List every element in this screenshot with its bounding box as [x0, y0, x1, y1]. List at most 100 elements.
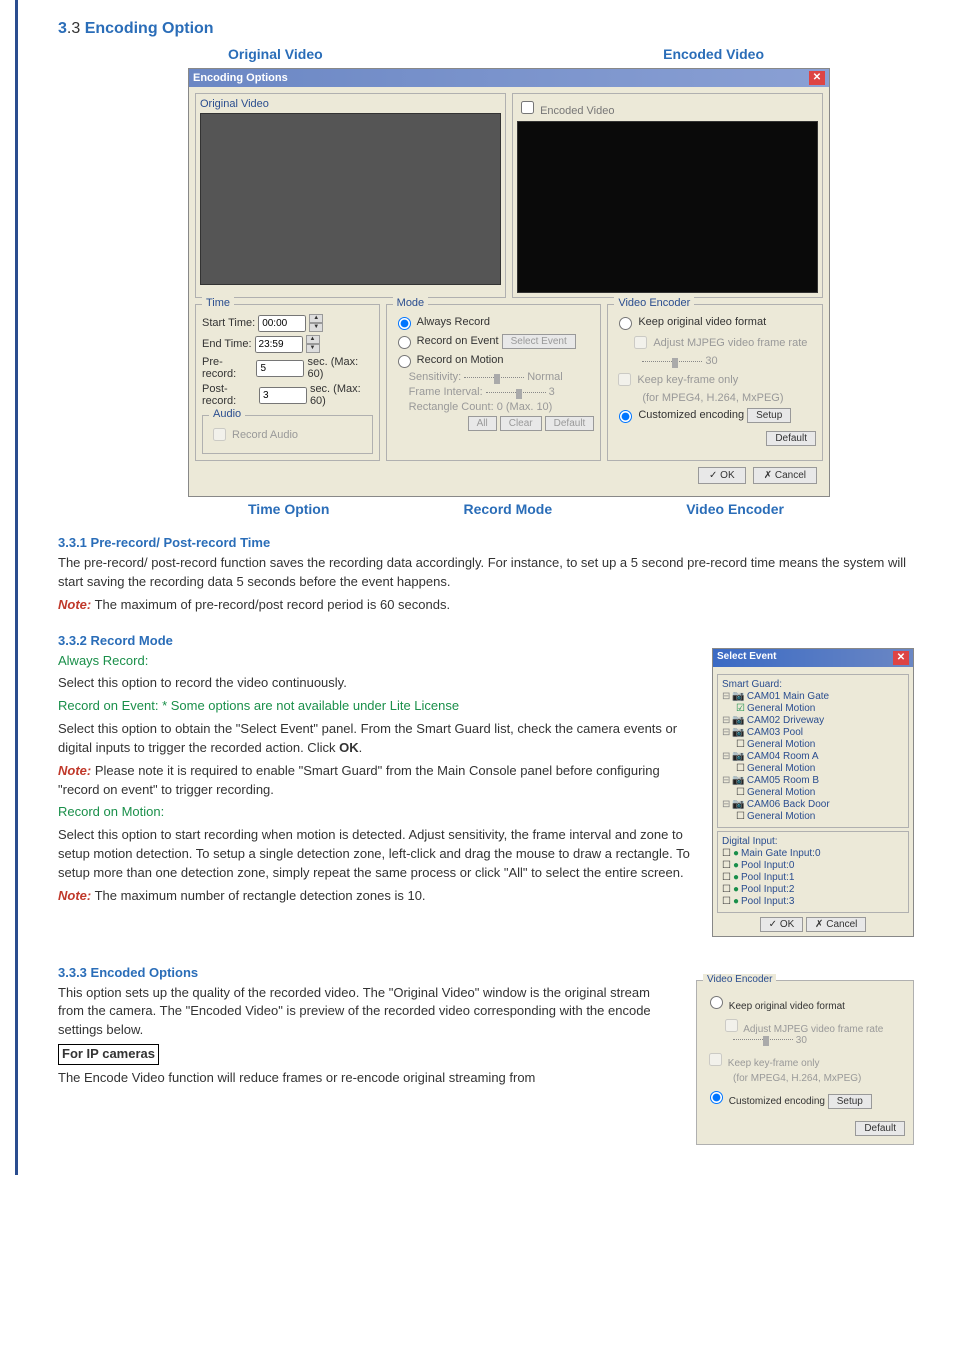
camera-item: ⊟ 📷 CAM02 Driveway [722, 715, 904, 726]
record-on-motion-label: Record on Motion [417, 354, 504, 366]
digital-input-item[interactable]: ☐● Pool Input:0 [722, 860, 904, 871]
always-record-label: Always Record [417, 316, 490, 328]
panel-keep-keyframe-label: Keep key-frame only [728, 1058, 820, 1069]
callout-record-mode: Record Mode [463, 501, 552, 517]
keep-original-radio[interactable] [619, 317, 632, 330]
encoded-video-label: Encoded Video [540, 105, 614, 117]
camera-item: ⊟ 📷 CAM06 Back Door [722, 799, 904, 810]
select-event-ok-button[interactable]: ✓ OK [760, 917, 804, 932]
mode-group-title: Mode [393, 297, 429, 309]
encoded-video-checkbox[interactable] [521, 101, 534, 114]
ok-button[interactable]: ✓ OK [698, 467, 746, 484]
video-encoder-panel: Video Encoder Keep original video format… [696, 980, 914, 1145]
select-event-close-icon[interactable]: ✕ [893, 651, 909, 665]
post-record-input[interactable] [259, 387, 307, 404]
digital-input-label: Digital Input: [722, 836, 904, 847]
all-button[interactable]: All [468, 416, 497, 431]
clear-button[interactable]: Clear [500, 416, 542, 431]
general-motion-item[interactable]: ☐ General Motion [736, 739, 904, 750]
setup-button[interactable]: Setup [747, 408, 791, 423]
keep-keyframe-sublabel: (for MPEG4, H.264, MxPEG) [642, 392, 783, 404]
keep-keyframe-checkbox [618, 373, 631, 386]
always-record-radio[interactable] [398, 317, 411, 330]
camera-item: ⊟ 📷 CAM03 Pool [722, 727, 904, 738]
close-icon[interactable]: ✕ [809, 71, 825, 85]
start-time-label: Start Time: [202, 317, 255, 329]
general-motion-item[interactable]: ☐ General Motion [736, 787, 904, 798]
original-video-preview [200, 113, 501, 285]
callout-encoded: Encoded Video [663, 46, 764, 62]
post-record-label: Post-record: [202, 383, 256, 407]
heading-3-3-3: 3.3.3 Encoded Options [58, 965, 914, 980]
frame-interval-value: 3 [549, 386, 555, 398]
dialog-title: Encoding Options [193, 72, 288, 84]
mode-group: Mode Always Record Record on Event Selec… [386, 304, 602, 461]
camera-item: ⊟ 📷 CAM01 Main Gate [722, 691, 904, 702]
encoding-options-dialog: Encoding Options ✕ Original Video Encode… [188, 68, 830, 497]
general-motion-item[interactable]: ☐ General Motion [736, 763, 904, 774]
customized-encoding-radio[interactable] [619, 410, 632, 423]
digital-input-item[interactable]: ☐● Pool Input:1 [722, 872, 904, 883]
panel-customized-label: Customized encoding [729, 1096, 825, 1107]
mode-default-button[interactable]: Default [545, 416, 595, 431]
callout-video-encoder: Video Encoder [686, 501, 784, 517]
customized-encoding-label: Customized encoding [638, 409, 744, 421]
digital-input-item[interactable]: ☐● Main Gate Input:0 [722, 848, 904, 859]
record-on-event-label: Record on Event [417, 335, 499, 347]
smart-guard-label: Smart Guard: [722, 679, 904, 690]
pre-record-unit: sec. (Max: 60) [307, 356, 372, 380]
general-motion-item[interactable]: ☐ General Motion [736, 811, 904, 822]
panel-keep-keyframe-sublabel: (for MPEG4, H.264, MxPEG) [733, 1073, 861, 1084]
encoded-video-preview [517, 121, 818, 293]
adjust-mjpeg-label: Adjust MJPEG video frame rate [653, 337, 807, 349]
select-event-dialog: Select Event ✕ Smart Guard: ⊟ 📷 CAM01 Mai… [712, 648, 914, 937]
audio-group-title: Audio [209, 408, 245, 420]
select-event-button[interactable]: Select Event [502, 334, 576, 349]
sensitivity-slider[interactable] [464, 377, 524, 378]
original-video-pane: Original Video [195, 93, 506, 298]
callout-top-row: Original Video Encoded Video [58, 46, 914, 62]
section-heading: 3.3 Encoding Option [58, 20, 914, 38]
post-record-unit: sec. (Max: 60) [310, 383, 373, 407]
rectangle-count-label: Rectangle Count: 0 (Max. 10) [409, 401, 553, 413]
general-motion-item[interactable]: ☑ General Motion [736, 703, 904, 714]
time-group: Time Start Time: ▲▼ End Time: ▲▼ Pre-rec… [195, 304, 380, 461]
video-encoder-group-title: Video Encoder [614, 297, 694, 309]
panel-setup-button[interactable]: Setup [828, 1094, 872, 1109]
panel-customized-radio[interactable] [710, 1091, 723, 1104]
video-encoder-panel-title: Video Encoder [703, 974, 776, 985]
mjpeg-slider [642, 361, 702, 362]
frame-interval-label: Frame Interval: [409, 386, 483, 398]
panel-default-button[interactable]: Default [855, 1121, 905, 1136]
frame-interval-slider[interactable] [486, 392, 546, 393]
encoder-default-button[interactable]: Default [766, 431, 816, 446]
panel-keep-original-label: Keep original video format [729, 1001, 845, 1012]
video-encoder-group: Video Encoder Keep original video format… [607, 304, 823, 461]
encoded-video-pane: Encoded Video [512, 93, 823, 298]
mjpeg-value: 30 [705, 355, 717, 367]
record-on-motion-radio[interactable] [398, 355, 411, 368]
pre-record-input[interactable] [256, 360, 304, 377]
end-time-input[interactable] [255, 336, 303, 353]
callout-bottom-row: Time Option Record Mode Video Encoder [58, 501, 914, 517]
start-time-input[interactable] [258, 315, 306, 332]
time-group-title: Time [202, 297, 234, 309]
record-on-event-radio[interactable] [398, 336, 411, 349]
camera-item: ⊟ 📷 CAM05 Room B [722, 775, 904, 786]
adjust-mjpeg-checkbox [634, 336, 647, 349]
select-event-cancel-button[interactable]: ✗ Cancel [806, 917, 866, 932]
original-video-label: Original Video [200, 98, 269, 110]
camera-item: ⊟ 📷 CAM04 Room A [722, 751, 904, 762]
smart-guard-group: Smart Guard: ⊟ 📷 CAM01 Main Gate☑ Genera… [717, 674, 909, 828]
end-time-spinner[interactable]: ▲▼ [306, 335, 320, 353]
panel-keep-original-radio[interactable] [710, 996, 723, 1009]
pre-record-label: Pre-record: [202, 356, 253, 380]
start-time-spinner[interactable]: ▲▼ [309, 314, 323, 332]
keep-original-label: Keep original video format [638, 316, 766, 328]
digital-input-item[interactable]: ☐● Pool Input:3 [722, 896, 904, 907]
panel-adjust-mjpeg-checkbox [725, 1019, 738, 1032]
digital-input-item[interactable]: ☐● Pool Input:2 [722, 884, 904, 895]
cancel-button[interactable]: ✗ Cancel [753, 467, 817, 484]
select-event-title: Select Event [717, 651, 776, 665]
digital-input-group: Digital Input: ☐● Main Gate Input:0☐● Po… [717, 831, 909, 913]
